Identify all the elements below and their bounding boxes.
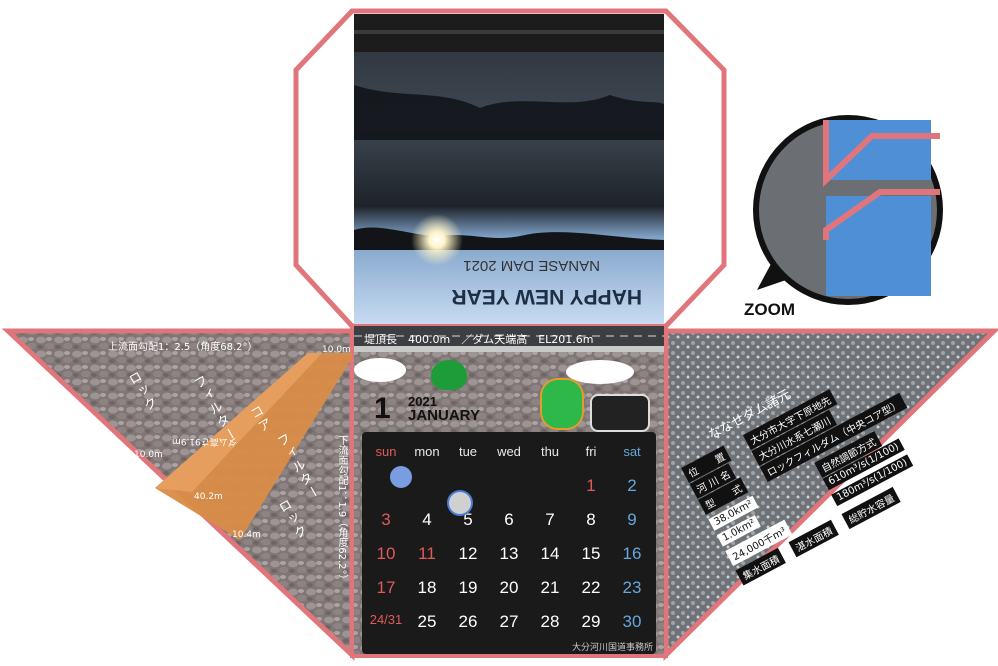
calendar-day: 12	[458, 544, 478, 563]
dam-height-label: ダム高さ91.9m	[172, 436, 237, 446]
calendar-day: 14	[540, 544, 560, 563]
calendar-day: 9	[627, 510, 637, 529]
calendar-day: 23	[622, 578, 642, 597]
zoom-label: ZOOM	[744, 300, 795, 319]
calendar-day: 19	[458, 578, 478, 597]
weekday-tue: tue	[458, 444, 478, 459]
calendar-day: 3	[381, 510, 391, 529]
spec-column-label: 湛水面積	[788, 519, 839, 558]
calendar-day: 20	[499, 578, 519, 597]
owl-mascot-icon	[590, 394, 650, 432]
calendar-day: 27	[499, 612, 519, 631]
photo-greeting: HAPPY NEW YEAR	[451, 285, 642, 308]
dimension-top: 10.0m	[322, 345, 351, 355]
calendar-day: 8	[586, 510, 596, 529]
weekday-wed: wed	[497, 444, 521, 459]
weekday-fri: fri	[585, 444, 597, 459]
calendar-day: 18	[417, 578, 437, 597]
calendar-day: 2	[627, 476, 637, 495]
photo-subtitle: NANASE DAM 2021	[463, 257, 600, 274]
calendar-day: 13	[499, 544, 519, 563]
weekday-thu: thu	[540, 444, 560, 459]
calendar-day: 29	[581, 612, 601, 631]
calendar-day: 11	[418, 544, 436, 563]
calendar-day: 30	[622, 612, 642, 631]
kite-icon	[390, 466, 412, 488]
month-day-number: 1	[374, 392, 391, 425]
calendar-day: 10	[376, 544, 396, 563]
calendar-day: 6	[504, 510, 514, 529]
calendar-day: 17	[376, 578, 396, 597]
calendar-day: 26	[458, 612, 478, 631]
calendar-day: 28	[540, 612, 560, 631]
weekday-sat: sat	[623, 444, 641, 459]
dimension-bottom: 10.4m	[232, 530, 261, 540]
calendar-day: 24/31	[369, 612, 403, 627]
calendar-grid: sun mon tue wed thu fri sat 1 2 3 4 5 6 …	[362, 432, 656, 654]
calendar-day: 21	[540, 578, 560, 597]
pine-icon	[431, 360, 467, 390]
calendar-day: 4	[422, 510, 432, 529]
calendar-day: 1	[586, 476, 596, 495]
calendar-day: 7	[545, 510, 555, 529]
dimension-mid: 40.2m	[194, 492, 223, 502]
upstream-slope-label: 上流面勾配1：2.5（角度68.2°）	[108, 342, 258, 353]
downstream-slope-label: 下流面勾配1：1.9（角度62.2°）	[336, 435, 347, 585]
office-credit: 大分河川国道事務所	[572, 643, 654, 653]
dimension-left: 10.0m	[134, 450, 163, 460]
dam-crest-info: 堤頂長 400.0m ／ダム天端高 EL201.6m	[364, 333, 594, 346]
weekday-mon: mon	[414, 444, 440, 459]
calendar-day: 15	[581, 544, 601, 563]
calendar-day: 16	[622, 544, 642, 563]
weekday-sun: sun	[375, 444, 397, 459]
kadomatsu-mascot-icon	[540, 378, 584, 430]
calendar-month: JANUARY	[408, 407, 480, 424]
calendar-day: 22	[581, 578, 601, 597]
calendar-day: 25	[417, 612, 437, 631]
spinning-top-icon	[447, 490, 473, 516]
